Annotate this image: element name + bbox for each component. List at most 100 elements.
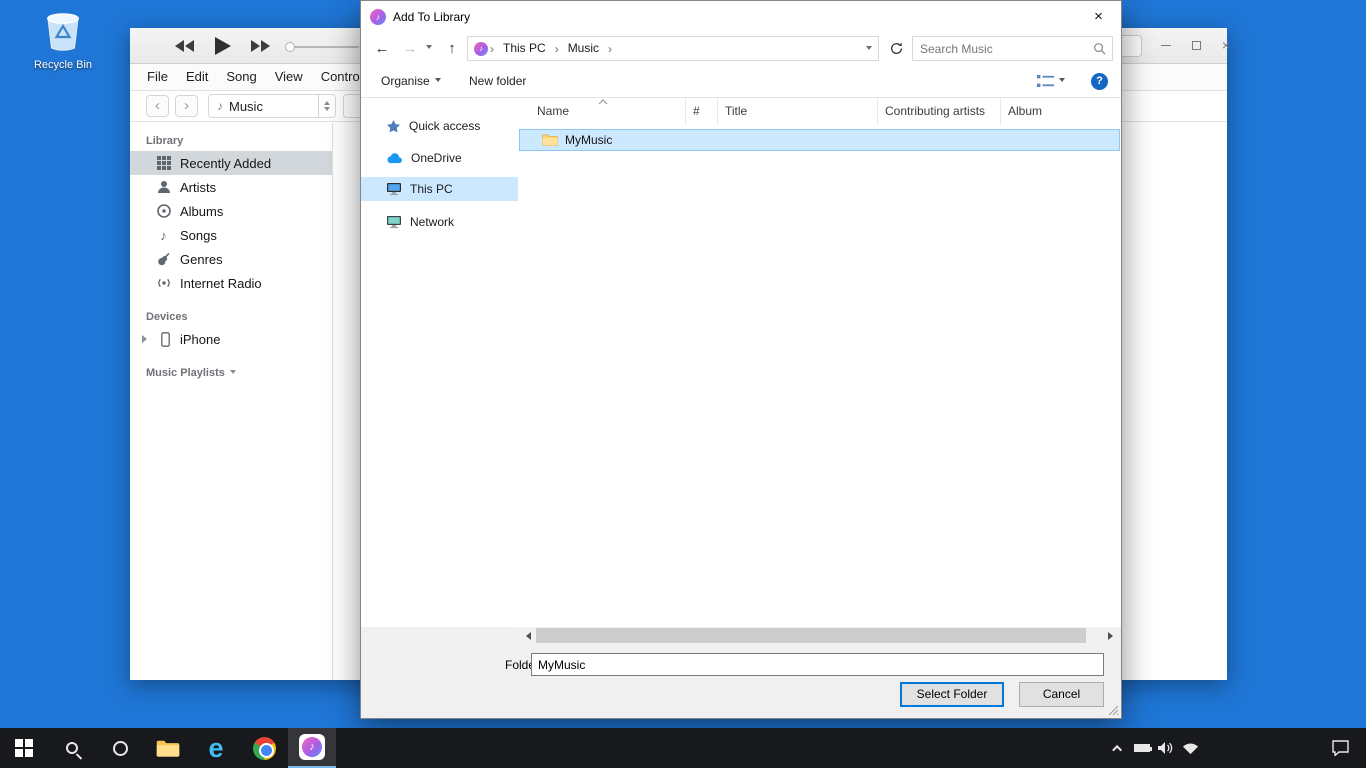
start-button[interactable] [0, 728, 48, 768]
itunes-close-button[interactable]: × [1212, 28, 1240, 62]
fast-forward-button[interactable] [248, 28, 274, 64]
organise-button[interactable]: Organise [381, 65, 441, 97]
scrollbar-thumb[interactable] [536, 628, 1086, 643]
menu-edit[interactable]: Edit [177, 64, 217, 90]
up-arrow-icon: ↑ [448, 40, 456, 57]
file-row-mymusic[interactable]: MyMusic [519, 129, 1120, 151]
address-dropdown-button[interactable] [860, 42, 878, 56]
internet-explorer-button[interactable]: e [192, 728, 240, 768]
dialog-title: Add To Library [393, 10, 470, 24]
column-header-contributing-artists[interactable]: Contributing artists [878, 98, 1001, 125]
music-note-icon: ♪ [217, 99, 223, 113]
sidebar-item-artists[interactable]: Artists [130, 175, 332, 199]
broadcast-icon [156, 276, 171, 291]
menu-view[interactable]: View [266, 64, 312, 90]
add-to-library-dialog: ♪ Add To Library × ← → ↑ ♪ › This PC › M… [360, 0, 1122, 719]
back-chevron-icon: ‹ [155, 97, 160, 114]
itunes-app-icon: ♪ [370, 9, 386, 25]
address-bar[interactable]: ♪ › This PC › Music › [467, 36, 879, 61]
dialog-sidebar: Quick access OneDrive This PC Network [361, 98, 518, 627]
organise-label: Organise [381, 74, 430, 88]
scroll-left-button[interactable] [518, 627, 535, 644]
rewind-button[interactable] [172, 28, 198, 64]
file-explorer-button[interactable] [144, 728, 192, 768]
devices-heading: Devices [146, 311, 332, 323]
nav-history-dropdown[interactable] [421, 32, 437, 65]
sidebar-item-genres[interactable]: Genres [130, 247, 332, 271]
nav-back-button[interactable]: ← [369, 32, 395, 65]
column-header-album[interactable]: Album [1001, 98, 1121, 125]
sidebar-item-network[interactable]: Network [361, 210, 518, 234]
battery-status[interactable] [1130, 728, 1154, 768]
volume-slider-knob[interactable] [285, 42, 295, 52]
scroll-left-icon [522, 632, 531, 640]
iphone-icon [158, 332, 173, 347]
itunes-back-button[interactable]: ‹ [146, 95, 169, 117]
breadcrumb-music[interactable]: Music [561, 37, 606, 60]
help-button[interactable]: ? [1091, 65, 1108, 97]
chevron-up-icon [1112, 744, 1122, 754]
itunes-sidebar: Library Recently Added Artists Albums [130, 123, 333, 680]
search-icon [66, 742, 78, 754]
dialog-footer: Folder: Select Folder Cancel [361, 644, 1121, 718]
search-input[interactable] [913, 42, 1093, 56]
action-center-button[interactable] [1320, 728, 1360, 768]
tray-overflow-button[interactable] [1106, 728, 1130, 768]
cortana-button[interactable] [96, 728, 144, 768]
scroll-right-button[interactable] [1104, 627, 1121, 644]
refresh-button[interactable] [885, 36, 907, 61]
dialog-close-button[interactable]: × [1076, 1, 1121, 32]
itunes-taskbar-button[interactable]: ♪ [288, 728, 336, 768]
media-type-selector[interactable]: ♪ Music [208, 94, 336, 118]
taskbar-search-button[interactable] [48, 728, 96, 768]
view-mode-button[interactable] [1037, 65, 1065, 97]
music-playlists-heading[interactable]: Music Playlists [146, 367, 332, 379]
sidebar-item-recently-added[interactable]: Recently Added [130, 151, 332, 175]
menu-song[interactable]: Song [217, 64, 265, 90]
network-icon [386, 215, 402, 229]
select-folder-button[interactable]: Select Folder [900, 682, 1004, 707]
grid-icon [156, 156, 171, 171]
speaker-icon [1158, 741, 1174, 755]
itunes-minimize-button[interactable] [1152, 28, 1180, 62]
nav-forward-button[interactable]: → [397, 32, 423, 65]
close-icon: × [1094, 8, 1103, 25]
search-box[interactable] [912, 36, 1113, 61]
play-button[interactable] [210, 28, 236, 64]
itunes-forward-button[interactable]: › [175, 95, 198, 117]
new-folder-button[interactable]: New folder [469, 65, 526, 97]
sidebar-item-iphone[interactable]: iPhone [130, 327, 332, 351]
sidebar-item-onedrive[interactable]: OneDrive [361, 146, 518, 170]
dialog-titlebar[interactable]: ♪ Add To Library × [361, 1, 1121, 32]
nav-up-button[interactable]: ↑ [439, 32, 465, 65]
sidebar-item-songs[interactable]: ♪ Songs [130, 223, 332, 247]
selector-stepper[interactable] [318, 95, 335, 117]
taskbar: e ♪ [0, 728, 1366, 768]
column-header-title[interactable]: Title [718, 98, 878, 125]
chrome-icon [253, 737, 276, 760]
refresh-icon [890, 42, 903, 55]
volume-slider[interactable] [287, 46, 359, 48]
recycle-bin[interactable]: Recycle Bin [26, 6, 100, 71]
horizontal-scrollbar[interactable] [518, 627, 1121, 644]
itunes-maximize-button[interactable] [1182, 28, 1210, 62]
chevron-down-icon [324, 107, 330, 114]
breadcrumb-this-pc[interactable]: This PC [496, 37, 553, 60]
network-status[interactable] [1178, 728, 1202, 768]
sidebar-item-albums[interactable]: Albums [130, 199, 332, 223]
column-header-name[interactable]: Name [518, 98, 686, 125]
volume-status[interactable] [1154, 728, 1178, 768]
column-header-number[interactable]: # [686, 98, 718, 125]
guitar-icon [156, 252, 171, 267]
cancel-button[interactable]: Cancel [1019, 682, 1104, 707]
play-icon [215, 37, 231, 55]
chrome-button[interactable] [240, 728, 288, 768]
resize-grip[interactable] [1108, 705, 1119, 716]
sidebar-item-internet-radio[interactable]: Internet Radio [130, 271, 332, 295]
menu-file[interactable]: File [138, 64, 177, 90]
song-note-icon: ♪ [156, 228, 171, 243]
folder-name-input[interactable] [531, 653, 1104, 676]
expand-triangle-icon[interactable] [142, 335, 151, 343]
sidebar-item-quick-access[interactable]: Quick access [361, 114, 518, 138]
sidebar-item-this-pc[interactable]: This PC [361, 177, 518, 201]
